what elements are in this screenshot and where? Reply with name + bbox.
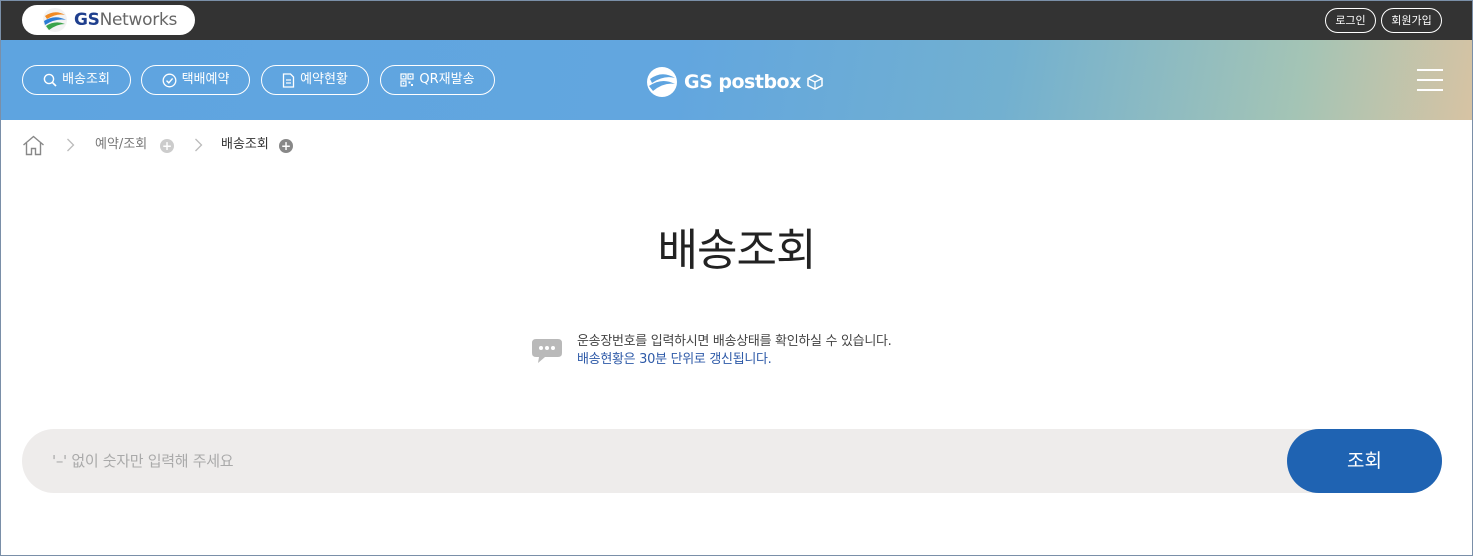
breadcrumb-item-reservation[interactable]: 예약/조회 [95, 137, 147, 153]
speech-bubble-icon [532, 339, 562, 363]
plus-circle-icon[interactable]: + [279, 139, 293, 153]
chevron-right-icon [67, 138, 75, 152]
clock-check-icon [162, 73, 177, 87]
search-icon [43, 73, 57, 87]
top-bar: GSNetworks 로그인 회원가입 [0, 0, 1473, 40]
gs-networks-logo[interactable]: GSNetworks [22, 5, 195, 35]
nav-pill-label: QR재발송 [419, 72, 475, 87]
gs-postbox-logo[interactable]: GS postbox [646, 66, 823, 98]
tracking-search-box [22, 429, 1442, 493]
nav-qr-resend-button[interactable]: QR재발송 [380, 65, 495, 95]
nav-parcel-reservation-button[interactable]: 택배예약 [141, 65, 250, 95]
nav-pill-label: 배송조회 [62, 72, 110, 87]
notice-update-text: 배송현황은 30분 단위로 갱신됩니다. [577, 352, 772, 367]
qr-code-icon [400, 73, 415, 87]
hamburger-menu-icon[interactable] [1417, 69, 1443, 91]
home-icon[interactable] [22, 135, 45, 156]
box-icon [807, 74, 823, 90]
brand-bold: GS [74, 10, 100, 30]
gs-networks-logo-icon [43, 8, 67, 32]
nav-pill-label: 택배예약 [181, 72, 230, 87]
nav-delivery-tracking-button[interactable]: 배송조회 [22, 65, 131, 95]
join-button[interactable]: 회원가입 [1381, 8, 1442, 33]
nav-reservation-status-button[interactable]: 예약현황 [261, 65, 369, 95]
notice-text: 운송장번호를 입력하시면 배송상태를 확인하실 수 있습니다. [577, 334, 892, 349]
breadcrumb: 예약/조회 + 배송조회 + [0, 120, 1473, 170]
breadcrumb-item-tracking[interactable]: 배송조회 [221, 137, 269, 153]
page-title: 배송조회 [657, 225, 817, 276]
plus-circle-icon[interactable]: + [160, 139, 174, 153]
document-icon [282, 72, 295, 88]
chevron-right-icon [195, 138, 203, 152]
main-header: 배송조회 택배예약 예약현황 QR재발송 GS postbox [0, 40, 1473, 120]
gs-postbox-wordmark: GS postbox [684, 71, 801, 93]
gs-postbox-logo-icon [647, 67, 677, 97]
gs-networks-wordmark: GSNetworks [74, 8, 177, 32]
tracking-number-input[interactable] [52, 441, 1252, 481]
nav-pill-label: 예약현황 [300, 72, 348, 87]
login-button[interactable]: 로그인 [1325, 8, 1376, 33]
search-button[interactable]: 조회 [1287, 429, 1442, 493]
brand-light: Networks [99, 10, 178, 30]
